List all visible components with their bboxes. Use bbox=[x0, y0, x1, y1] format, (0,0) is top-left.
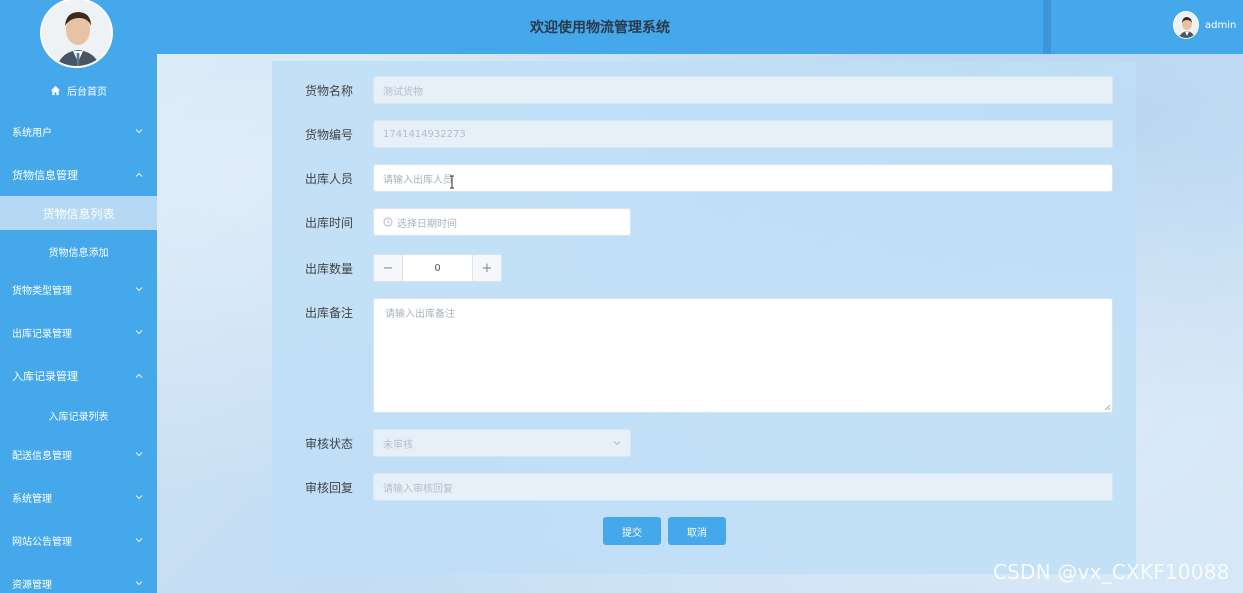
chevron-down-icon bbox=[613, 441, 621, 446]
sidebar-home-link[interactable]: 后台首页 bbox=[0, 80, 157, 100]
chevron-down-icon bbox=[135, 581, 143, 586]
out-person-placeholder: 请输入出库人员 bbox=[383, 174, 453, 186]
sidebar-item-resources[interactable]: 资源管理 bbox=[0, 565, 157, 593]
username: admin bbox=[1205, 19, 1237, 31]
out-time-picker[interactable]: 选择日期时间 bbox=[373, 208, 631, 236]
out-time-placeholder: 选择日期时间 bbox=[397, 218, 457, 230]
sidebar-item-goods-type[interactable]: 货物类型管理 bbox=[0, 271, 157, 307]
sidebar-subitem-label: 货物信息添加 bbox=[48, 247, 109, 259]
goods-no-input: 1741414932273 bbox=[373, 120, 1113, 148]
sidebar-item-inbound[interactable]: 入库记录管理 bbox=[0, 358, 157, 394]
chevron-down-icon bbox=[135, 330, 143, 335]
sidebar-item-label: 入库记录管理 bbox=[12, 370, 78, 383]
watermark: CSDN @vx_CXKF10088 bbox=[993, 560, 1230, 584]
sidebar-home-label: 后台首页 bbox=[67, 86, 107, 98]
user-avatar[interactable] bbox=[40, 0, 113, 68]
goods-name-value: 测试货物 bbox=[383, 86, 423, 98]
audit-reply-label: 审核回复 bbox=[305, 480, 354, 495]
increment-button[interactable]: + bbox=[472, 255, 501, 281]
audit-status-label: 审核状态 bbox=[305, 436, 354, 451]
header-divider bbox=[1043, 0, 1051, 54]
sidebar-subitem-inbound-list[interactable]: 入库记录列表 bbox=[0, 398, 157, 432]
user-menu[interactable]: admin bbox=[1173, 10, 1236, 40]
goods-no-value: 1741414932273 bbox=[383, 128, 466, 140]
sidebar-item-label: 资源管理 bbox=[12, 579, 52, 591]
out-qty-value[interactable]: 0 bbox=[403, 255, 472, 281]
goods-no-label: 货物编号 bbox=[305, 127, 354, 142]
out-note-placeholder: 请输入出库备注 bbox=[385, 309, 455, 320]
sidebar-item-delivery[interactable]: 配送信息管理 bbox=[0, 436, 157, 472]
sidebar-item-label: 货物信息管理 bbox=[12, 169, 78, 182]
clock-icon bbox=[383, 217, 393, 227]
sidebar-item-announcements[interactable]: 网站公告管理 bbox=[0, 522, 157, 558]
sidebar-item-label: 系统用户 bbox=[12, 127, 52, 139]
out-qty-label: 出库数量 bbox=[305, 261, 354, 276]
header-avatar[interactable] bbox=[1173, 11, 1199, 39]
sidebar-subitem-goods-add[interactable]: 货物信息添加 bbox=[0, 234, 157, 268]
text-cursor-icon bbox=[450, 175, 454, 189]
chevron-down-icon bbox=[135, 495, 143, 500]
out-person-input[interactable]: 请输入出库人员 bbox=[373, 164, 1113, 192]
sidebar-item-outbound[interactable]: 出库记录管理 bbox=[0, 314, 157, 350]
goods-name-label: 货物名称 bbox=[305, 83, 354, 98]
audit-reply-placeholder: 请输入审核回复 bbox=[383, 483, 453, 495]
chevron-down-icon bbox=[135, 452, 143, 457]
chevron-down-icon bbox=[135, 538, 143, 543]
page-title: 欢迎使用物流管理系统 bbox=[530, 20, 670, 36]
out-note-label: 出库备注 bbox=[305, 305, 354, 320]
sidebar-subitem-goods-list[interactable]: 货物信息列表 bbox=[0, 196, 157, 230]
out-qty-stepper: − 0 + bbox=[373, 254, 502, 282]
sidebar-item-label: 货物类型管理 bbox=[12, 285, 72, 297]
sidebar-item-label: 出库记录管理 bbox=[12, 328, 72, 340]
decrement-button[interactable]: − bbox=[374, 255, 403, 281]
sidebar-item-system-admin[interactable]: 系统管理 bbox=[0, 479, 157, 515]
sidebar-subitem-label: 货物信息列表 bbox=[42, 206, 115, 221]
sidebar-item-system-users[interactable]: 系统用户 bbox=[0, 113, 157, 149]
audit-reply-input: 请输入审核回复 bbox=[373, 473, 1113, 501]
sidebar: 后台首页 系统用户 货物信息管理 货物信息列表 货物信息添加 货物类型管理 出库… bbox=[0, 0, 157, 593]
top-header: 欢迎使用物流管理系统 admin bbox=[157, 0, 1243, 54]
sidebar-item-label: 网站公告管理 bbox=[12, 536, 72, 548]
goods-name-input: 测试货物 bbox=[373, 76, 1113, 104]
sidebar-item-goods-info[interactable]: 货物信息管理 bbox=[0, 157, 157, 193]
chevron-down-icon bbox=[135, 129, 143, 134]
out-person-label: 出库人员 bbox=[305, 171, 354, 186]
audit-status-select: 未审核 bbox=[373, 429, 631, 457]
cancel-button[interactable]: 取消 bbox=[668, 517, 726, 545]
chevron-down-icon bbox=[135, 287, 143, 292]
home-icon bbox=[50, 85, 61, 95]
chevron-up-icon bbox=[135, 172, 143, 177]
sidebar-item-label: 配送信息管理 bbox=[12, 450, 72, 462]
chevron-up-icon bbox=[135, 373, 143, 378]
resize-handle-icon[interactable] bbox=[1104, 404, 1111, 411]
out-note-textarea[interactable]: 请输入出库备注 bbox=[373, 298, 1113, 413]
audit-status-value: 未审核 bbox=[383, 439, 413, 451]
submit-button[interactable]: 提交 bbox=[603, 517, 661, 545]
sidebar-subitem-label: 入库记录列表 bbox=[48, 411, 109, 423]
sidebar-item-label: 系统管理 bbox=[12, 493, 52, 505]
out-time-label: 出库时间 bbox=[305, 215, 354, 230]
